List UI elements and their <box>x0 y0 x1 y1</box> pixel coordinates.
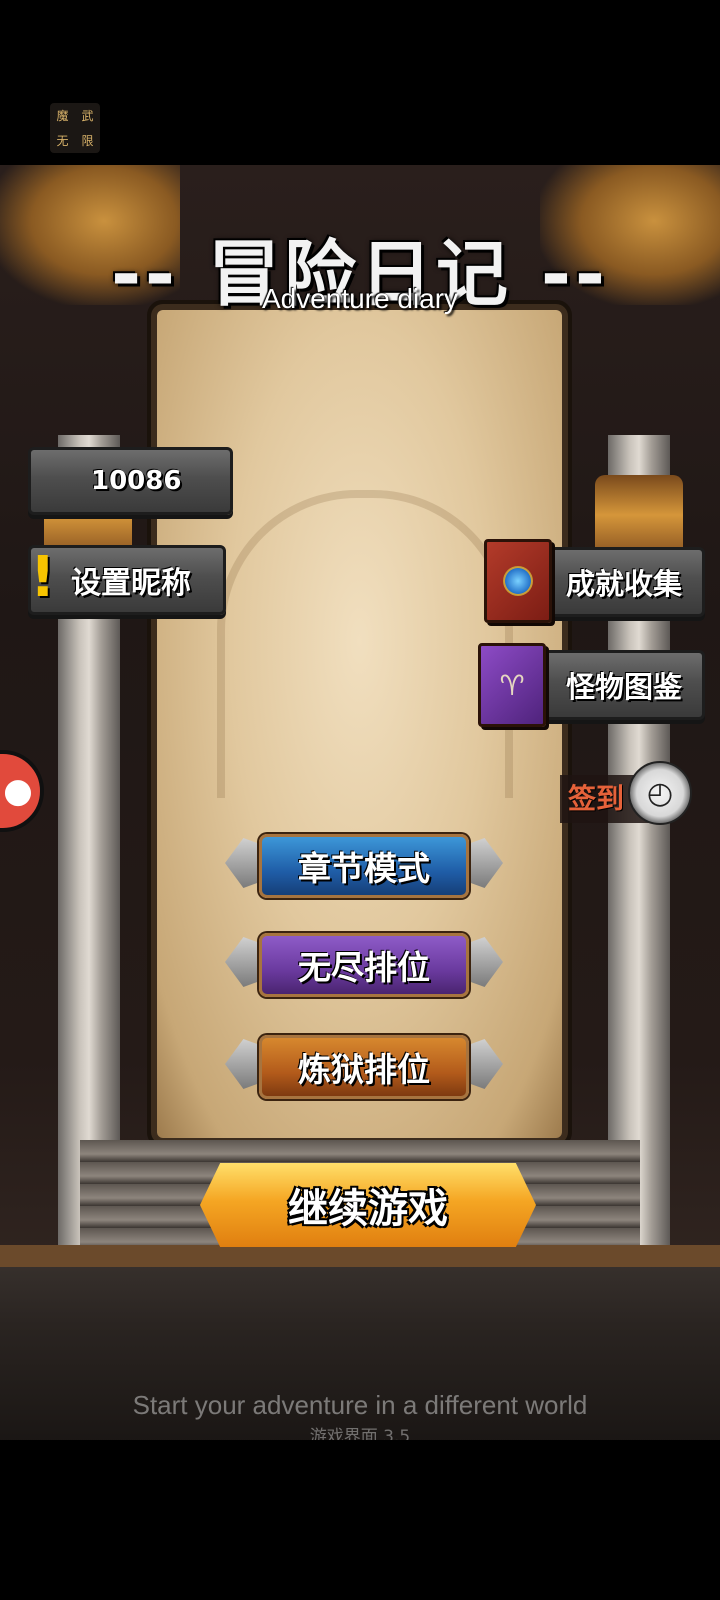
mode-label: 章节模式 <box>259 834 469 898</box>
player-id-plate: 10086 <box>28 447 233 515</box>
user-icon[interactable]: ● <box>0 750 44 832</box>
logo-char: 无 <box>56 134 69 148</box>
monster-guide-button[interactable]: 怪物图鉴 <box>535 650 705 720</box>
game-scene: -- 冒险日记 -- Adventure diary 10086 设置昵称 ! … <box>0 165 720 1440</box>
warning-icon: ! <box>30 545 56 610</box>
logo-char: 武 <box>81 109 94 123</box>
player-id: 10086 <box>91 466 182 496</box>
set-nickname-button[interactable]: 设置昵称 <box>28 545 226 615</box>
logo-char: 魔 <box>56 109 69 123</box>
achievement-book-icon[interactable] <box>484 539 552 623</box>
logo-char: 限 <box>81 134 94 148</box>
app-logo: 魔 武 无 限 <box>50 103 100 153</box>
monster-guide-label: 怪物图鉴 <box>565 670 682 704</box>
mode-label: 炼狱排位 <box>259 1035 469 1099</box>
sign-in-label[interactable]: 签到 <box>568 777 624 817</box>
page-subtitle: Adventure diary <box>261 283 459 314</box>
monster-book-icon[interactable]: ♈ <box>478 643 546 727</box>
footer-tagline: Start your adventure in a different worl… <box>132 1390 588 1420</box>
mode-label: 无尽排位 <box>259 933 469 997</box>
continue-game-button[interactable]: 继续游戏 <box>200 1163 536 1247</box>
achievements-label: 成就收集 <box>565 567 682 601</box>
chapter-mode-button[interactable]: 章节模式 <box>225 830 503 898</box>
set-nickname-label: 设置昵称 <box>71 566 191 601</box>
demon-skull-icon: ♈ <box>499 668 525 702</box>
achievements-button[interactable]: 成就收集 <box>535 547 705 617</box>
purgatory-rank-button[interactable]: 炼狱排位 <box>225 1031 503 1099</box>
endless-rank-button[interactable]: 无尽排位 <box>225 929 503 997</box>
stopwatch-icon[interactable]: ◴ <box>628 761 692 825</box>
compass-gem-icon <box>503 566 533 596</box>
footer-version: 游戏界面 3.5 <box>309 1427 411 1440</box>
base-trim <box>0 1245 720 1267</box>
